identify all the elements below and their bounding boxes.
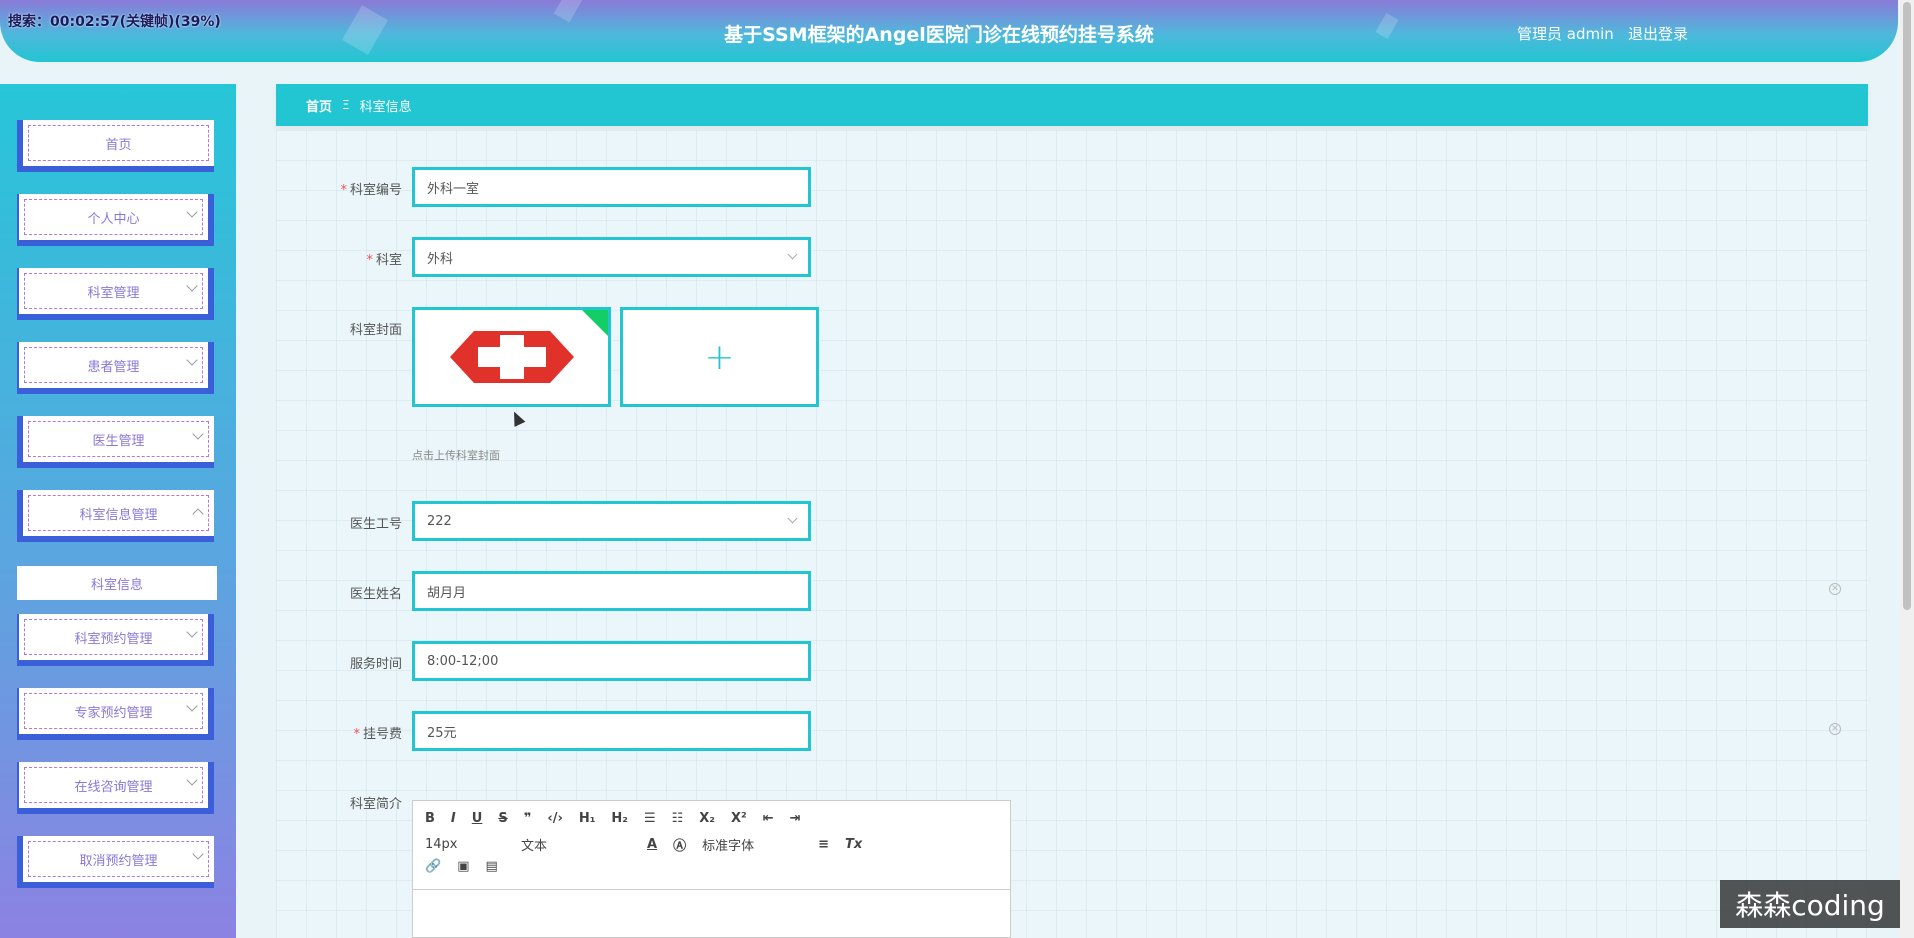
blockquote-icon[interactable]: ❞ (524, 811, 532, 826)
sidebar-item-home[interactable]: 首页 (17, 120, 214, 172)
breadcrumb-separator-icon: Ξ (342, 98, 350, 112)
link-icon[interactable]: 🔗 (425, 859, 441, 874)
indent-icon[interactable]: ⇥ (790, 811, 801, 826)
rich-text-editor[interactable]: B I U S ❞ ‹/› H₁ H₂ ☰ ☷ X₂ X² ⇤ ⇥ 14px 文… (412, 800, 1011, 938)
dept-label: * 科室 (366, 253, 402, 268)
service-time-input[interactable]: 8:00-12;00 (412, 641, 811, 681)
breadcrumb-home[interactable]: 首页 (306, 96, 332, 115)
editor-toolbar-row: 14px 文本 A Ⓐ 标准字体 ≡ Tx (425, 835, 878, 854)
intro-label: 科室简介 (349, 797, 402, 812)
italic-icon[interactable]: I (451, 811, 456, 826)
fee-input[interactable]: 25元 (412, 711, 811, 751)
doctor-no-select[interactable]: 222 (412, 501, 811, 541)
subscript-icon[interactable]: X₂ (699, 811, 715, 826)
logout-link[interactable]: 退出登录 (1628, 23, 1688, 44)
video-icon[interactable]: ▤ (485, 859, 497, 874)
current-user: 管理员 admin (1517, 25, 1614, 43)
dept-no-input[interactable]: 外科一室 (412, 167, 811, 207)
sidebar-item-label: 在线咨询管理 (24, 767, 203, 803)
upload-add-button[interactable]: + (620, 307, 819, 407)
image-icon[interactable]: ▣ (457, 859, 469, 874)
bold-icon[interactable]: B (425, 811, 435, 826)
sidebar-item-department-info-management[interactable]: 科室信息管理 (17, 490, 214, 542)
sidebar-item-label: 个人中心 (24, 199, 203, 235)
sidebar-item-profile[interactable]: 个人中心 (17, 194, 214, 246)
scrollbar-thumb[interactable] (1903, 2, 1911, 610)
sidebar-item-doctor-management[interactable]: 医生管理 (17, 416, 214, 468)
doctor-name-input[interactable]: 胡月月 (412, 571, 811, 611)
bullet-list-icon[interactable]: ☷ (672, 811, 684, 826)
sidebar-item-patient-management[interactable]: 患者管理 (17, 342, 214, 394)
underline-icon[interactable]: U (472, 811, 483, 826)
sidebar-item-department-booking[interactable]: 科室预约管理 (17, 614, 214, 666)
sidebar: 首页 个人中心 科室管理 患者管理 医生管理 科室信息管理 科室信息 科室预约管… (0, 84, 236, 938)
editor-toolbar-row: B I U S ❞ ‹/› H₁ H₂ ☰ ☷ X₂ X² ⇤ ⇥ (425, 811, 817, 826)
sidebar-item-label: 科室预约管理 (24, 619, 203, 655)
font-size-select[interactable]: 14px (425, 837, 505, 852)
sidebar-item-label: 专家预约管理 (24, 693, 203, 729)
breadcrumb-current: 科室信息 (359, 99, 412, 115)
sidebar-item-department-management[interactable]: 科室管理 (17, 268, 214, 320)
background-color-icon[interactable]: Ⓐ (673, 835, 686, 854)
watermark: 森森coding (1720, 880, 1900, 928)
outdent-icon[interactable]: ⇤ (763, 811, 774, 826)
strikethrough-icon[interactable]: S (498, 811, 507, 826)
text-type-select[interactable]: 文本 (521, 835, 631, 854)
doctor-name-label: 医生姓名 (349, 587, 402, 602)
editor-toolbar-row: 🔗 ▣ ▤ (425, 859, 514, 874)
red-cross-logo (449, 331, 574, 383)
cover-upload-hint: 点击上传科室封面 (412, 449, 500, 462)
ordered-list-icon[interactable]: ☰ (644, 811, 656, 826)
clear-icon[interactable]: ✕ (1829, 583, 1841, 595)
font-color-icon[interactable]: A (647, 837, 657, 852)
sidebar-item-label: 患者管理 (24, 347, 203, 383)
cover-image-preview[interactable] (412, 307, 611, 407)
top-header: 搜索：00:02:57(关键帧)(39%) 基于SSM框架的Angel医院门诊在… (0, 0, 1898, 62)
clear-format-icon[interactable]: Tx (845, 837, 862, 852)
superscript-icon[interactable]: X² (731, 811, 747, 826)
sidebar-item-cancel-booking[interactable]: 取消预约管理 (17, 836, 214, 888)
sidebar-item-label: 首页 (28, 125, 209, 161)
page-scrollbar[interactable] (1900, 0, 1914, 938)
sidebar-item-label: 科室信息管理 (28, 495, 209, 531)
upload-success-badge (580, 310, 608, 338)
cover-label: 科室封面 (349, 323, 402, 338)
font-family-select[interactable]: 标准字体 (702, 835, 802, 854)
sidebar-subitem-department-info[interactable]: 科室信息 (17, 566, 217, 600)
dept-select[interactable]: 外科 (412, 237, 811, 277)
sidebar-item-label: 医生管理 (28, 421, 209, 457)
breadcrumb: 首页 Ξ 科室信息 (276, 84, 1868, 126)
sidebar-item-label: 取消预约管理 (28, 841, 209, 877)
service-time-label: 服务时间 (349, 657, 402, 672)
heading1-icon[interactable]: H₁ (579, 811, 596, 826)
align-icon[interactable]: ≡ (818, 837, 829, 852)
fee-label: * 挂号费 (353, 727, 402, 742)
sidebar-item-label: 科室管理 (24, 273, 203, 309)
sidebar-item-online-consultation[interactable]: 在线咨询管理 (17, 762, 214, 814)
doctor-no-label: 医生工号 (349, 517, 402, 532)
chevron-down-icon (787, 249, 798, 260)
dept-no-label: * 科室编号 (340, 183, 402, 198)
chevron-down-icon (787, 513, 798, 524)
plus-icon: + (704, 336, 735, 378)
sidebar-item-expert-booking[interactable]: 专家预约管理 (17, 688, 214, 740)
clear-icon[interactable]: ✕ (1829, 723, 1841, 735)
editor-content-area[interactable] (413, 889, 1010, 937)
heading2-icon[interactable]: H₂ (611, 811, 628, 826)
code-block-icon[interactable]: ‹/› (547, 811, 562, 826)
